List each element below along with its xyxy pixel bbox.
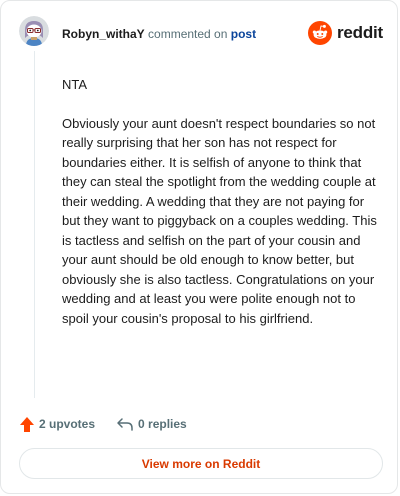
snoo-avatar-icon	[19, 16, 49, 46]
user-avatar[interactable]	[19, 16, 49, 46]
comment-header: Robyn_withaY commented on post reddit	[19, 16, 383, 50]
reddit-logo-icon	[307, 21, 332, 45]
comment-paragraph: Obviously your aunt doesn't respect boun…	[62, 115, 377, 326]
post-link[interactable]: post	[231, 27, 256, 41]
thread-line	[34, 51, 35, 398]
reddit-wordmark: reddit	[336, 23, 383, 42]
comment-paragraph: NTA	[62, 77, 88, 92]
commented-on-text: commented on	[148, 27, 228, 41]
username-link[interactable]: Robyn_withaY	[62, 27, 145, 41]
reply-arrow-icon	[117, 418, 133, 431]
comment-byline: Robyn_withaY commented on post	[62, 27, 256, 41]
comment-body: NTA Obviously your aunt doesn't respect …	[62, 75, 382, 347]
comment-embed-card: Robyn_withaY commented on post reddit NT…	[0, 0, 398, 494]
comment-meta: 2 upvotes 0 replies	[19, 414, 187, 434]
upvote-arrow-icon	[20, 416, 34, 432]
view-more-button[interactable]: View more on Reddit	[19, 448, 383, 479]
upvote-count: 2 upvotes	[39, 417, 96, 431]
reply-count: 0 replies	[138, 417, 187, 431]
reddit-brand-link[interactable]: reddit	[307, 21, 383, 45]
reply-button[interactable]: 0 replies	[116, 416, 187, 432]
upvote-button[interactable]: 2 upvotes	[19, 416, 95, 433]
